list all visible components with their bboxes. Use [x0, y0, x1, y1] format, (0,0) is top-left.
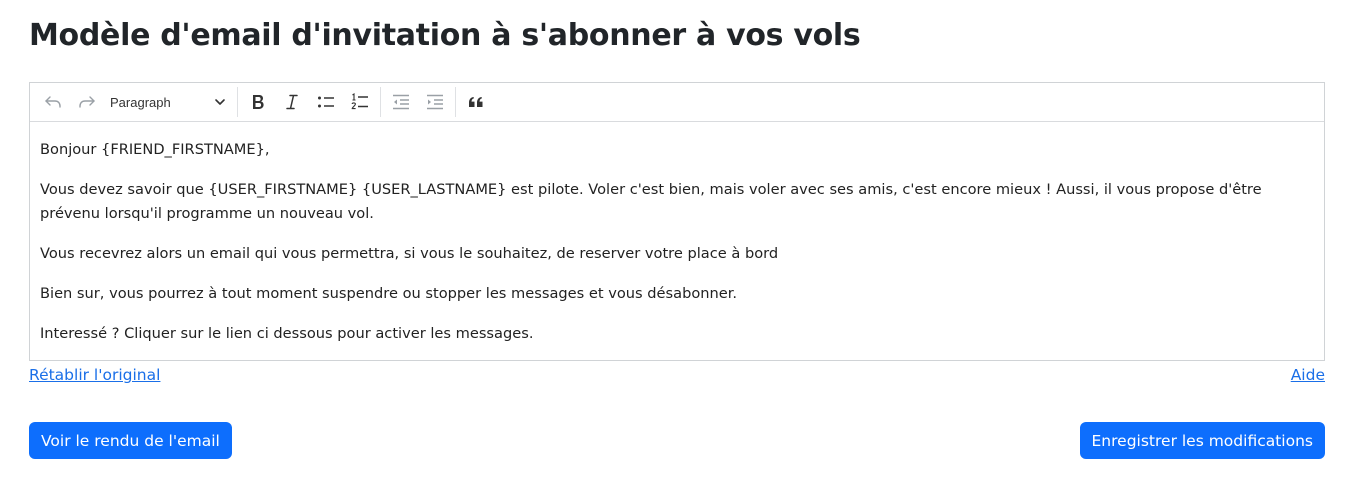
italic-icon — [286, 94, 298, 110]
editor-content[interactable]: Bonjour {FRIEND_FIRSTNAME}, Vous devez s… — [30, 122, 1324, 346]
bulleted-list-button[interactable] — [309, 87, 343, 117]
toolbar-separator — [455, 87, 456, 117]
blockquote-button[interactable] — [459, 87, 493, 117]
rich-text-editor: Paragraph Bonjour {FRIEND_FIRSTNAME}, Vo… — [29, 82, 1325, 361]
editor-toolbar: Paragraph — [30, 83, 1324, 122]
save-changes-button[interactable]: Enregistrer les modifications — [1079, 422, 1325, 459]
restore-original-link[interactable]: Rétablir l'original — [29, 366, 160, 384]
heading-dropdown[interactable]: Paragraph — [104, 87, 234, 117]
numbered-list-button[interactable] — [343, 87, 377, 117]
paragraph-unsubscribe: Bien sur, vous pourrez à tout moment sus… — [40, 285, 738, 302]
numbered-list-icon — [351, 92, 368, 110]
paragraph-greeting: Bonjour {FRIEND_FIRSTNAME}, — [40, 141, 270, 158]
chevron-down-icon — [215, 99, 225, 105]
indent-button[interactable] — [418, 87, 452, 117]
bold-button[interactable] — [241, 87, 275, 117]
paragraph-intro: Vous devez savoir que {USER_FIRSTNAME} {… — [40, 181, 1262, 222]
heading-dropdown-value: Paragraph — [110, 94, 171, 110]
outdent-icon — [393, 94, 409, 110]
bold-icon — [253, 95, 264, 109]
redo-button[interactable] — [70, 87, 104, 117]
undo-button[interactable] — [36, 87, 70, 117]
italic-button[interactable] — [275, 87, 309, 117]
blockquote-icon — [469, 97, 483, 107]
page: Modèle d'email d'invitation à s'abonner … — [0, 0, 1359, 480]
preview-email-button[interactable]: Voir le rendu de l'email — [29, 422, 232, 459]
redo-icon — [79, 96, 95, 108]
outdent-button[interactable] — [384, 87, 418, 117]
toolbar-separator — [380, 87, 381, 117]
bulleted-list-icon — [318, 96, 334, 108]
indent-icon — [427, 94, 443, 110]
paragraph-cta: Interessé ? Cliquer sur le lien ci desso… — [40, 325, 534, 342]
toolbar-separator — [237, 87, 238, 117]
page-title: Modèle d'email d'invitation à s'abonner … — [29, 18, 861, 53]
paragraph-email-info: Vous recevrez alors un email qui vous pe… — [40, 245, 779, 262]
undo-icon — [45, 96, 61, 108]
help-link[interactable]: Aide — [1291, 366, 1325, 384]
